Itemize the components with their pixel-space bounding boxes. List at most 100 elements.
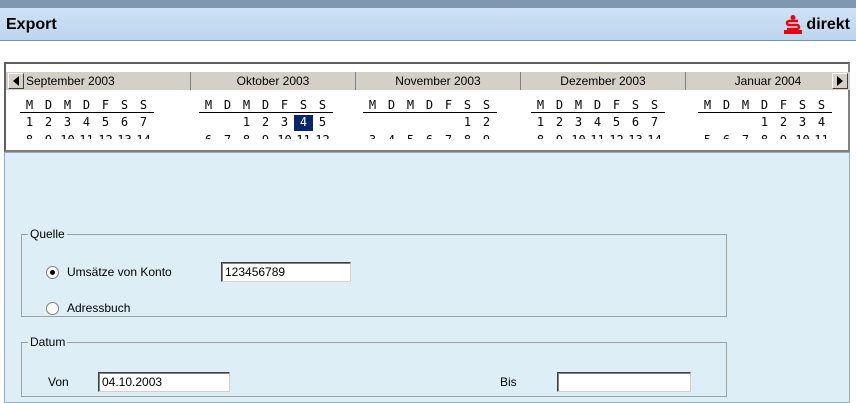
month-header-november: November 2003	[356, 72, 521, 90]
calendar-day[interactable]: 6	[199, 133, 218, 139]
week-row: 891011121314	[20, 133, 154, 139]
calendar-day[interactable]: 3	[58, 115, 77, 131]
calendar-day[interactable]: 2	[477, 115, 496, 131]
radio-umsaetze-indicator[interactable]	[46, 265, 59, 279]
calendar-day[interactable]: 10	[793, 133, 812, 139]
calendar-day[interactable]: 7	[218, 133, 237, 139]
calendar-day[interactable]: 2	[774, 115, 793, 131]
calendar-day[interactable]: 7	[134, 115, 153, 131]
calendar-day[interactable]: 13	[115, 133, 134, 139]
konto-input[interactable]: 123456789	[221, 262, 351, 282]
radio-adressbuch-label: Adressbuch	[67, 301, 131, 315]
sparkasse-logo-icon	[784, 15, 803, 34]
week-row: 567891011	[698, 133, 832, 139]
calendar-day[interactable]: 14	[645, 133, 664, 139]
calendar-day[interactable]: 6	[115, 115, 134, 131]
brand-text: direkt	[806, 16, 850, 33]
weekday-label: S	[798, 98, 807, 112]
calendar-day[interactable]: 8	[20, 133, 39, 139]
calendar-day[interactable]: 11	[588, 133, 607, 139]
calendar-day[interactable]: 3	[363, 133, 382, 139]
quelle-legend: Quelle	[30, 227, 65, 241]
calendar-day[interactable]: 2	[39, 115, 58, 131]
weekday-label: D	[387, 98, 396, 112]
calendar-day[interactable]: 9	[39, 133, 58, 139]
calendar-day[interactable]: 4	[588, 115, 607, 131]
calendar-day[interactable]: 1	[755, 115, 774, 131]
next-month-button[interactable]	[832, 73, 848, 89]
bis-date-input[interactable]	[557, 372, 691, 392]
calendar-day[interactable]: 3	[569, 115, 588, 131]
weekday-label: M	[406, 98, 415, 112]
calendar-day[interactable]: 1	[20, 115, 39, 131]
von-date-input[interactable]: 04.10.2003	[98, 372, 230, 392]
calendar-day[interactable]: 5	[96, 115, 115, 131]
weekday-label: M	[242, 98, 251, 112]
calendar-day[interactable]: 11	[77, 133, 96, 139]
calendar-day[interactable]: 9	[256, 133, 275, 139]
calendar-day[interactable]: 10	[569, 133, 588, 139]
calendar-day	[218, 115, 237, 131]
calendar-day[interactable]: 6	[717, 133, 736, 139]
calendar-day[interactable]: 12	[607, 133, 626, 139]
weekday-label: F	[444, 98, 453, 112]
calendar-day[interactable]: 5	[698, 133, 717, 139]
radio-adressbuch[interactable]: Adressbuch	[46, 301, 130, 315]
calendar-day[interactable]: 1	[531, 115, 550, 131]
calendar-day[interactable]: 3	[793, 115, 812, 131]
calendar-day[interactable]: 12	[96, 133, 115, 139]
calendar-day[interactable]: 4	[812, 115, 831, 131]
calendar-day	[382, 115, 401, 131]
weekday-label: M	[63, 98, 72, 112]
week-row: 1234567	[20, 115, 154, 131]
weekday-label: M	[703, 98, 712, 112]
calendar-day[interactable]: 5	[401, 133, 420, 139]
calendar-day[interactable]: 9	[477, 133, 496, 139]
calendar-day[interactable]: 2	[256, 115, 275, 131]
calendar-day[interactable]: 2	[550, 115, 569, 131]
export-form-panel: Quelle Umsätze von Konto 123456789 Adres…	[4, 152, 850, 403]
weekday-label: F	[101, 98, 110, 112]
calendar-day	[199, 115, 218, 131]
weekday-header: MDMDFSS	[20, 98, 154, 113]
weekday-label: F	[779, 98, 788, 112]
calendar-day[interactable]: 6	[420, 133, 439, 139]
radio-umsaetze[interactable]: Umsätze von Konto	[46, 265, 172, 279]
calendar-day[interactable]: 8	[237, 133, 256, 139]
calendar-day[interactable]: 14	[134, 133, 153, 139]
calendar-day[interactable]: 4	[77, 115, 96, 131]
calendar-day[interactable]: 10	[275, 133, 294, 139]
calendar-day[interactable]: 10	[58, 133, 77, 139]
calendar-day[interactable]: 4	[382, 133, 401, 139]
calendar-day[interactable]: 7	[645, 115, 664, 131]
month-grid: MDMDFSS123456789101112	[199, 98, 343, 139]
calendar-day[interactable]: 5	[607, 115, 626, 131]
calendar-day[interactable]: 1	[458, 115, 477, 131]
week-row: 1234567	[531, 115, 665, 131]
calendar-day[interactable]: 8	[531, 133, 550, 139]
calendar-day[interactable]: 1	[237, 115, 256, 131]
calendar-day[interactable]: 12	[313, 133, 332, 139]
calendar-day[interactable]: 9	[774, 133, 793, 139]
calendar-day[interactable]: 5	[313, 115, 332, 131]
weekday-label: S	[120, 98, 129, 112]
month-grid: MDMDFSS1234567891011121314	[531, 98, 675, 139]
weekday-label: D	[760, 98, 769, 112]
prev-month-button[interactable]	[8, 73, 24, 89]
calendar-day[interactable]: 13	[626, 133, 645, 139]
calendar-day[interactable]: 7	[736, 133, 755, 139]
calendar-day[interactable]: 7	[439, 133, 458, 139]
month-header-oktober: Oktober 2003	[191, 72, 356, 90]
calendar-day[interactable]: 11	[294, 133, 313, 139]
calendar-day[interactable]: 9	[550, 133, 569, 139]
calendar-day[interactable]: 8	[755, 133, 774, 139]
calendar-day[interactable]: 8	[458, 133, 477, 139]
calendar-day[interactable]: 3	[275, 115, 294, 131]
weekday-label: D	[82, 98, 91, 112]
radio-adressbuch-indicator[interactable]	[46, 301, 59, 315]
calendar-day[interactable]: 11	[812, 133, 831, 139]
calendar-day[interactable]: 4	[294, 115, 313, 131]
weekday-label: S	[139, 98, 148, 112]
calendar-day[interactable]: 6	[626, 115, 645, 131]
bis-label: Bis	[500, 375, 517, 389]
